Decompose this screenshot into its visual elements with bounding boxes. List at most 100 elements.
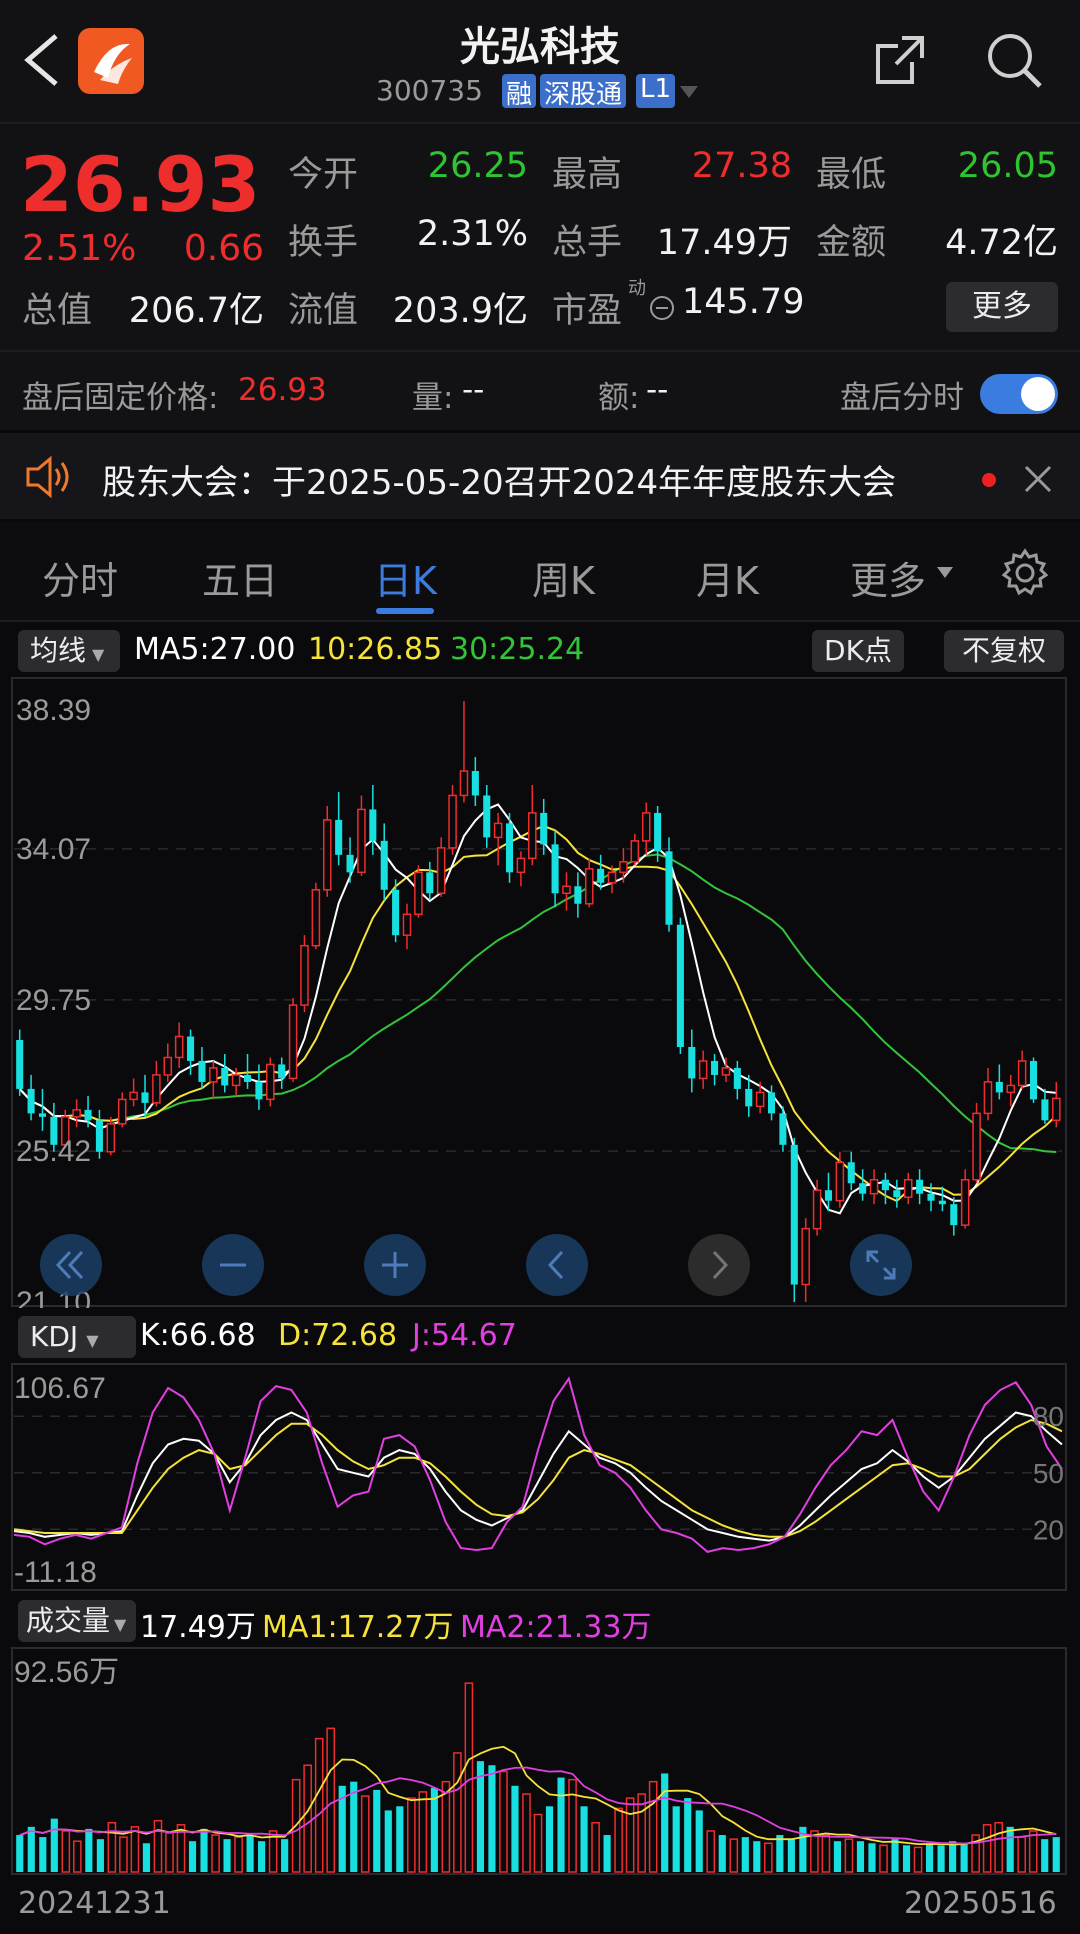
float-cap-value: 203.9亿 xyxy=(392,291,528,331)
info-icon[interactable] xyxy=(648,294,676,322)
candle-body xyxy=(106,1123,116,1153)
volume-bar xyxy=(902,1845,911,1872)
app-logo-icon xyxy=(78,28,144,94)
rewind-button[interactable] xyxy=(40,1234,102,1296)
tab-weekly-k[interactable]: 周K xyxy=(532,550,595,605)
volume-bar xyxy=(706,1830,716,1873)
volume-bar xyxy=(741,1837,749,1872)
volume-bar xyxy=(200,1828,208,1872)
x-axis-start-date: 20241231 xyxy=(18,1886,171,1921)
fullscreen-button[interactable] xyxy=(850,1234,912,1296)
candle-body xyxy=(380,840,388,890)
volume-chart[interactable]: 92.56万 xyxy=(0,1646,1080,1876)
y-tick-label: 38.39 xyxy=(16,694,91,727)
dk-point-button[interactable]: DK点 xyxy=(812,630,904,672)
candle-body xyxy=(163,1056,173,1076)
chevron-down-icon[interactable] xyxy=(678,84,700,100)
candle-body xyxy=(540,812,548,845)
volume-bar xyxy=(994,1821,1003,1873)
float-cap-label: 流值 xyxy=(288,291,359,331)
ma10-value: 10:26.85 xyxy=(308,632,443,667)
volume-bar xyxy=(453,1752,462,1873)
afterhours-toggle[interactable] xyxy=(980,374,1058,414)
candle-body xyxy=(1029,1060,1038,1100)
adjust-mode-button[interactable]: 不复权 xyxy=(944,630,1064,672)
volume-bar xyxy=(326,1727,336,1873)
close-icon[interactable] xyxy=(1022,463,1054,495)
share-icon[interactable] xyxy=(872,32,928,88)
indicator-selector-volume[interactable]: 成交量 ▼ xyxy=(18,1600,136,1642)
candlestick-chart[interactable]: 38.3934.0729.7525.4221.10 xyxy=(0,676,1080,1308)
market-cap-label: 总值 xyxy=(22,291,93,331)
pan-left-button[interactable] xyxy=(526,1234,588,1296)
y-tick-label: 106.67 xyxy=(14,1372,106,1405)
dropdown-arrow-icon: ▼ xyxy=(92,645,105,664)
volume-bar xyxy=(281,1839,289,1872)
kdj-chart[interactable]: 80 50 20 106.67 -11.18 xyxy=(0,1362,1080,1592)
volume-bar xyxy=(1041,1839,1049,1872)
right-tick-label: 20 xyxy=(1033,1514,1064,1545)
candle-body xyxy=(903,1178,913,1198)
candle-body xyxy=(72,1109,81,1118)
ma5-line xyxy=(18,803,1057,1215)
tab-intraday[interactable]: 分时 xyxy=(42,550,118,605)
ma-selector-label: 均线 xyxy=(30,634,87,667)
volume-bar xyxy=(982,1824,992,1873)
volume-bar xyxy=(119,1836,128,1873)
candle-body xyxy=(847,1162,855,1184)
pe-dynamic-mark: 动 xyxy=(628,278,646,299)
candle-body xyxy=(869,1178,879,1195)
volume-bar xyxy=(557,1777,565,1872)
notice-banner[interactable]: 股东大会：于2025-05-20召开2024年年度股东大会 xyxy=(0,430,1080,522)
volume-ma1: MA1:17.27万 xyxy=(262,1610,454,1645)
volume-bar xyxy=(672,1806,680,1872)
volume-bar xyxy=(1006,1826,1014,1872)
volume-bar xyxy=(684,1798,692,1872)
market-cap-value: 206.7亿 xyxy=(128,291,264,331)
candle-body xyxy=(187,1036,195,1061)
volume-bar xyxy=(1028,1830,1038,1873)
volume-bar xyxy=(27,1826,35,1872)
tab-monthly-k[interactable]: 月K xyxy=(696,550,759,605)
candle-body xyxy=(84,1109,92,1121)
candle-body xyxy=(619,861,628,874)
candle-body xyxy=(448,794,457,849)
volume-bar xyxy=(545,1806,554,1872)
volume-bar xyxy=(591,1821,600,1873)
afterhours-toggle-label: 盘后分时 xyxy=(840,380,964,416)
right-tick-label: 80 xyxy=(1033,1401,1064,1432)
high-value: 27.38 xyxy=(691,146,792,186)
ma10-line xyxy=(18,824,1057,1203)
volume-bar xyxy=(360,1795,370,1873)
pan-right-button[interactable] xyxy=(688,1234,750,1296)
volume-bar xyxy=(165,1832,174,1873)
candle-body xyxy=(493,822,503,839)
back-arrow-icon[interactable] xyxy=(18,30,62,90)
low-value: 26.05 xyxy=(957,146,1058,186)
tab-daily-k[interactable]: 日K xyxy=(374,550,437,605)
more-quote-button[interactable]: 更多 xyxy=(946,282,1058,332)
turnover-label: 换手 xyxy=(288,223,359,263)
candle-body xyxy=(392,889,400,936)
afterhours-volume: -- xyxy=(462,372,485,408)
volume-bar xyxy=(1017,1836,1027,1873)
candle-body xyxy=(436,847,446,895)
pe-value: 145.79 xyxy=(682,282,805,322)
indicator-selector-kdj[interactable]: KDJ ▼ xyxy=(18,1316,136,1358)
volume-bar xyxy=(844,1838,854,1873)
zoom-out-button[interactable] xyxy=(202,1234,264,1296)
candle-body xyxy=(584,868,594,905)
settings-gear-icon[interactable] xyxy=(1000,548,1050,598)
kdj-j-line xyxy=(13,1376,1063,1553)
stock-code: 300735 xyxy=(376,74,483,107)
volume-bar xyxy=(661,1773,669,1872)
indicator-selector-ma[interactable]: 均线 ▼ xyxy=(18,630,120,672)
ma30-value: 30:25.24 xyxy=(450,632,585,667)
zoom-in-button[interactable] xyxy=(364,1234,426,1296)
tab-five-day[interactable]: 五日 xyxy=(202,550,278,605)
search-icon[interactable] xyxy=(984,30,1046,92)
candle-body xyxy=(117,1098,127,1125)
candle-body xyxy=(346,854,354,873)
tab-more[interactable]: 更多 xyxy=(850,550,926,605)
candle-body xyxy=(426,872,434,894)
